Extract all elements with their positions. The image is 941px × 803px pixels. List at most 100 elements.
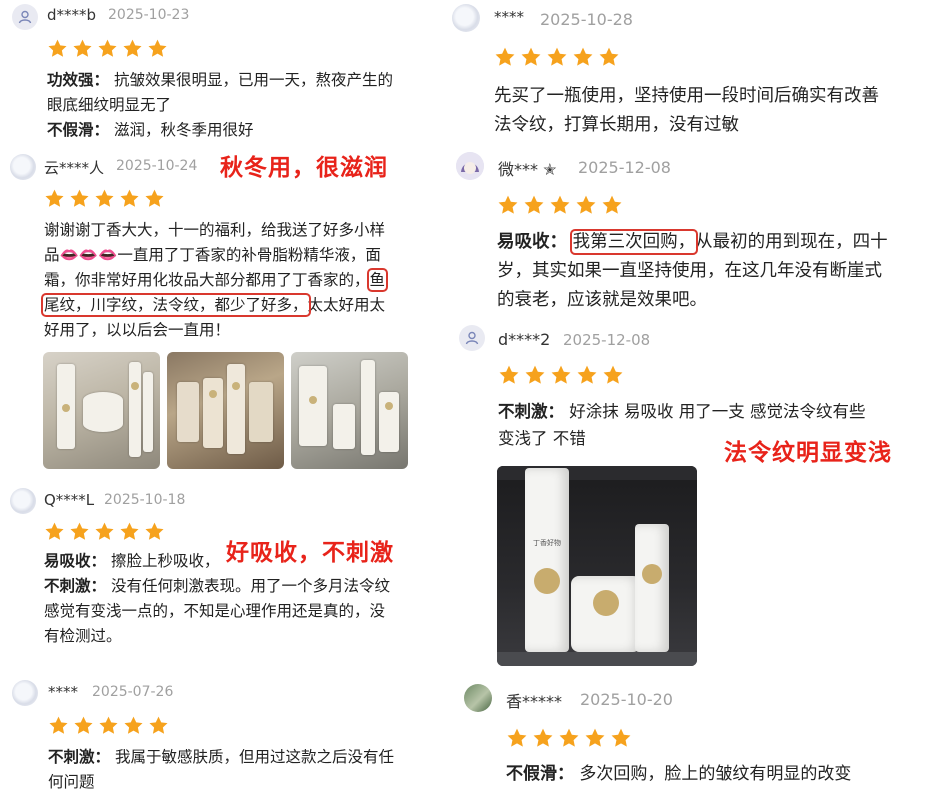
review-line: 岁，其实如果一直坚持使用，在这几年没有断崖式 [497, 261, 882, 281]
review-label: 不刺激： [48, 748, 111, 766]
username: d****2 [498, 330, 551, 349]
review-line: 没有任何刺激表现。用了一个多月法令纹 [110, 577, 390, 595]
star-icon [124, 716, 143, 734]
review-line: 好涂抹 易吸收 用了一支 感觉法令纹有些 [569, 402, 866, 421]
username: **** [48, 683, 78, 701]
user-avatar[interactable] [10, 154, 36, 180]
star-icon [99, 716, 118, 734]
highlight-box: 鱼 [366, 268, 388, 292]
review-line: 一直用了丁香家的补骨脂粉精华液，面 [117, 246, 381, 264]
product-bottle: 丁香好物 [525, 468, 569, 652]
user-icon [465, 331, 479, 345]
user-avatar[interactable] [10, 488, 36, 514]
username: d****b [47, 6, 97, 24]
review-photo[interactable] [167, 352, 284, 469]
star-icon [148, 39, 167, 57]
review-line: 好用了，以以后会一直用！ [44, 321, 231, 339]
review-date: 2025-12-08 [578, 158, 671, 177]
review-photo[interactable]: 丁香好物 [497, 466, 697, 666]
star-rating [44, 188, 165, 209]
review-line: 的衰老，应该就是效果吧。 [497, 290, 707, 310]
review-text: 不假滑： 多次回购，脸上的皱纹有明显的改变 [506, 760, 926, 789]
user-avatar[interactable] [12, 4, 38, 30]
review-text: 功效强： 抗皱效果很明显，已用一天，熬夜产生的 眼底细纹明显无了 不假滑： 滋润… [47, 68, 437, 143]
review-date: 2025-10-24 [116, 158, 198, 174]
review-line: 太太好用太 [307, 296, 386, 314]
username: 云****人 [44, 159, 105, 177]
star-icon [70, 522, 89, 540]
star-icon [585, 728, 605, 747]
star-icon [611, 728, 631, 747]
review-text: 谢谢谢丁香大大，十一的福利，给我送了好多小样 品👄👄👄一直用了丁香家的补骨脂粉精… [41, 218, 444, 343]
star-icon [550, 195, 570, 214]
review-photo[interactable] [43, 352, 160, 469]
review-line: 擦脸上秒吸收， [110, 552, 220, 570]
user-icon [18, 10, 32, 24]
star-icon [149, 716, 168, 734]
star-rating [48, 715, 169, 736]
review-label: 不刺激： [498, 402, 564, 421]
star-icon [98, 39, 117, 57]
user-avatar[interactable] [12, 680, 38, 706]
username: 微*** ✭ [498, 160, 557, 179]
product-brand: 丁香好物 [533, 539, 561, 547]
star-icon [573, 47, 593, 66]
product-tube [635, 524, 669, 652]
review-line: 先买了一瓶使用，坚持使用一段时间后确实有改善 [494, 86, 879, 106]
star-icon [525, 365, 545, 384]
star-icon [521, 47, 541, 66]
user-avatar[interactable] [459, 325, 485, 351]
user-avatar[interactable] [464, 684, 492, 712]
review-line: 感觉有变浅一点的，不知是心理作用还是真的，没 [44, 602, 386, 620]
star-icon [602, 195, 622, 214]
review-line: 有检测过。 [44, 627, 122, 645]
star-icon [145, 189, 164, 207]
review-text: 易吸收： 擦脸上秒吸收， 不刺激： 没有任何刺激表现。用了一个多月法令纹 感觉有… [44, 549, 434, 649]
product-jar [571, 576, 641, 652]
highlight-box: 我第三次回购， [569, 229, 699, 255]
review-text: 不刺激： 我属于敏感肤质，但用过这款之后没有任 何问题 [48, 745, 443, 795]
review-line: 从最初的用到现在，四十 [695, 232, 888, 252]
review-date: 2025-10-20 [580, 690, 673, 709]
username: 香***** [506, 692, 563, 711]
star-icon [499, 365, 519, 384]
review-label: 功效强： [47, 71, 110, 89]
review-line: 多次回购，脸上的皱纹有明显的改变 [579, 764, 852, 784]
star-icon [45, 189, 64, 207]
review-label: 不假滑： [47, 121, 110, 139]
annotation-text: 秋冬用，很滋润 [220, 155, 388, 181]
user-avatar[interactable] [452, 4, 480, 32]
review-date: 2025-10-23 [108, 7, 190, 23]
review-date: 2025-07-26 [92, 684, 174, 700]
star-icon [120, 189, 139, 207]
user-avatar[interactable] [456, 152, 484, 180]
review-line: 霜，你非常好用化妆品大部分都用了丁香家的， [44, 271, 370, 289]
annotation-text: 法令纹明显变浅 [724, 440, 892, 466]
star-icon [45, 522, 64, 540]
star-icon [120, 522, 139, 540]
star-rating [506, 727, 632, 749]
review-label: 易吸收： [497, 232, 567, 252]
review-label: 不刺激： [44, 577, 107, 595]
review-line: 抗皱效果很明显，已用一天，熬夜产生的 [113, 71, 393, 89]
star-icon [551, 365, 571, 384]
review-photo[interactable] [291, 352, 408, 469]
star-icon [95, 189, 114, 207]
star-icon [73, 39, 92, 57]
review-label: 不假滑： [506, 764, 574, 784]
review-line: 滋润，秋冬季用很好 [113, 121, 254, 139]
star-icon [123, 39, 142, 57]
review-line: 法令纹，打算长期用，没有过敏 [494, 115, 739, 135]
review-text: 先买了一瓶使用，坚持使用一段时间后确实有改善 法令纹，打算长期用，没有过敏 [494, 82, 939, 140]
star-rating [497, 194, 623, 216]
review-line: 何问题 [48, 773, 95, 791]
star-icon [533, 728, 553, 747]
star-icon [559, 728, 579, 747]
anime-avatar-icon [456, 152, 484, 180]
username: Q****L [44, 491, 95, 509]
username: **** [494, 8, 524, 26]
star-rating [44, 521, 165, 542]
star-icon [48, 39, 67, 57]
star-rating [47, 38, 168, 59]
review-date: 2025-10-28 [540, 10, 633, 29]
